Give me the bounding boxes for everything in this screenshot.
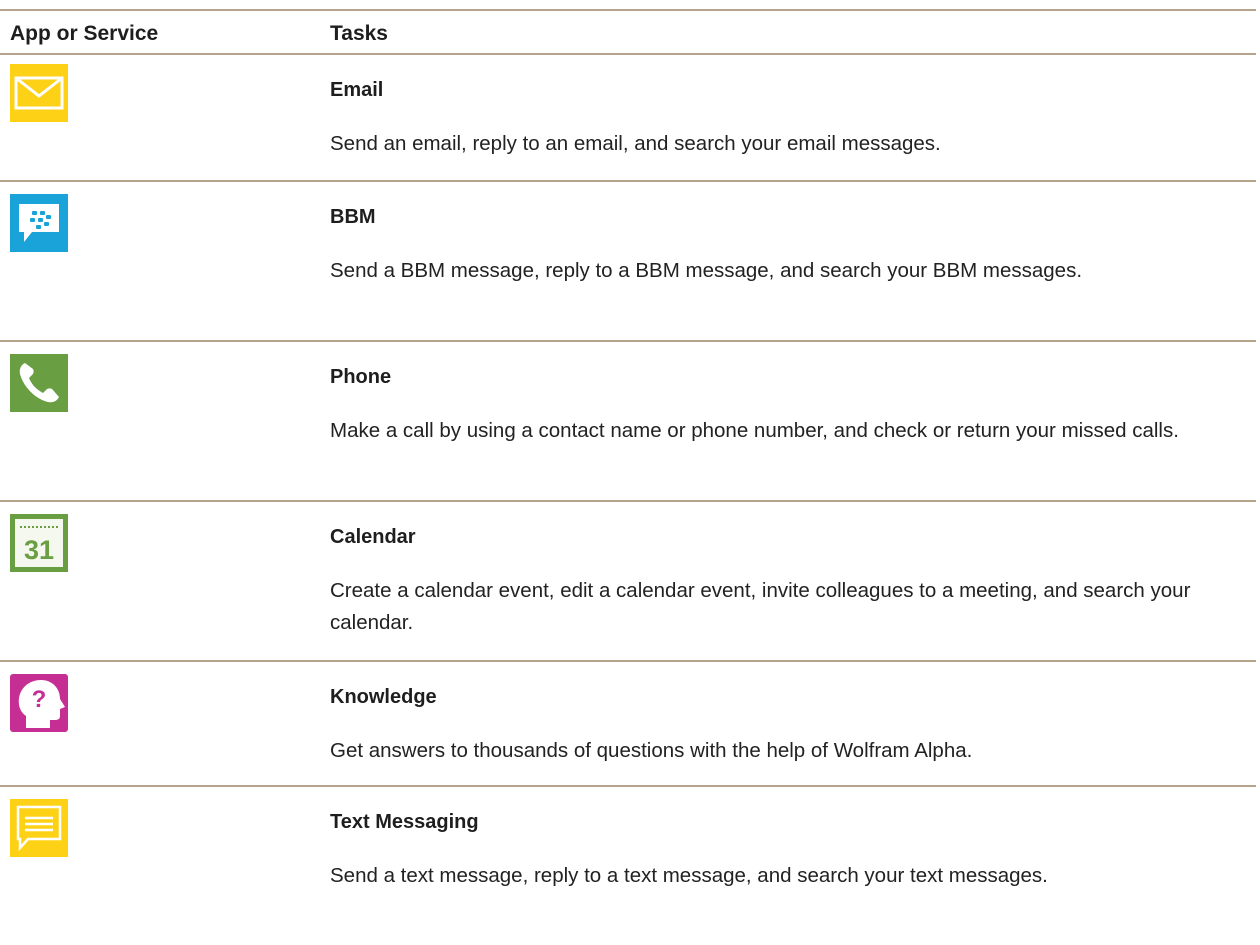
table-row-bbm: BBM Send a BBM message, reply to a BBM m…: [0, 180, 1256, 340]
app-name-calendar: Calendar: [330, 526, 416, 548]
app-tasks-phone: Make a call by using a contact name or p…: [330, 419, 1179, 442]
email-icon: [10, 64, 68, 122]
table-header-row: App or Service Tasks: [0, 9, 1256, 53]
table-row-email: Email Send an email, reply to an email, …: [0, 53, 1256, 180]
table-row-phone: Phone Make a call by using a contact nam…: [0, 340, 1256, 500]
bbm-icon: [10, 194, 68, 252]
calendar-icon: 31: [10, 514, 68, 572]
header-app-or-service: App or Service: [10, 22, 159, 45]
app-name-email: Email: [330, 79, 384, 101]
header-tasks: Tasks: [330, 22, 388, 45]
table-row-calendar: 31 Calendar Create a calendar event, edi…: [0, 500, 1256, 660]
svg-text:31: 31: [24, 535, 54, 565]
svg-text:?: ?: [32, 686, 47, 713]
app-tasks-knowledge: Get answers to thousands of questions wi…: [330, 739, 973, 762]
app-tasks-text-messaging: Send a text message, reply to a text mes…: [330, 864, 1048, 887]
apps-table: App or Service Tasks Email Send an email…: [0, 9, 1256, 945]
app-name-knowledge: Knowledge: [330, 686, 437, 708]
app-tasks-email: Send an email, reply to an email, and se…: [330, 132, 941, 155]
app-name-phone: Phone: [330, 366, 392, 388]
app-tasks-calendar: Create a calendar event, edit a calendar…: [330, 579, 1191, 634]
phone-icon: [10, 354, 68, 412]
app-tasks-bbm: Send a BBM message, reply to a BBM messa…: [330, 259, 1083, 282]
text-messaging-icon: [10, 799, 68, 857]
table-row-knowledge: ? Knowledge Get answers to thousands of …: [0, 660, 1256, 785]
app-name-text-messaging: Text Messaging: [330, 811, 479, 833]
app-name-bbm: BBM: [330, 206, 376, 228]
knowledge-icon: ?: [10, 674, 68, 732]
table-row-text-messaging: Text Messaging Send a text message, repl…: [0, 785, 1256, 945]
